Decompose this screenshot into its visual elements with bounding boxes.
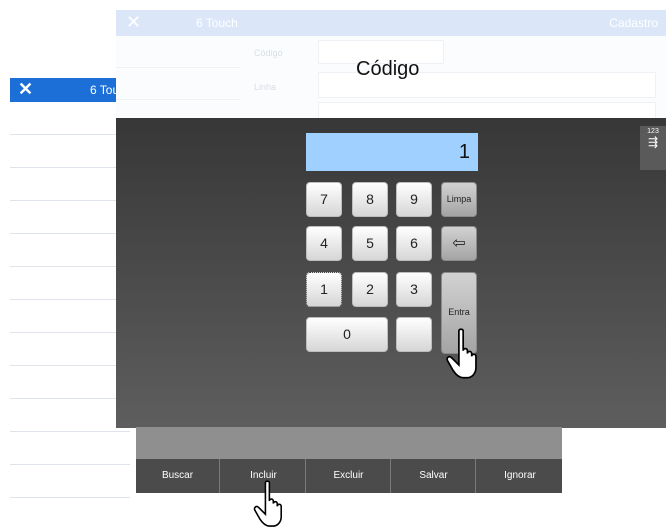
keypad-display: 1 xyxy=(306,133,478,171)
key-9[interactable]: 9 xyxy=(396,182,432,217)
list-item[interactable] xyxy=(10,102,130,135)
toolbar: Buscar Incluir Excluir Salvar Ignorar xyxy=(136,459,562,493)
list-item[interactable] xyxy=(10,267,130,300)
key-1[interactable]: 1 xyxy=(306,272,342,307)
key-2[interactable]: 2 xyxy=(352,272,388,307)
linha-label: Linha xyxy=(254,82,277,92)
key-4[interactable]: 4 xyxy=(306,226,342,261)
excluir-button[interactable]: Excluir xyxy=(307,459,391,493)
list-item[interactable] xyxy=(10,135,130,168)
key-6[interactable]: 6 xyxy=(396,226,432,261)
limpa-button[interactable]: Limpa xyxy=(441,182,477,217)
status-strip xyxy=(136,427,562,459)
cadastro-app-title: 6 Touch xyxy=(196,16,238,30)
list-item[interactable] xyxy=(10,333,130,366)
close-icon[interactable]: ✕ xyxy=(126,12,141,33)
list-item[interactable] xyxy=(10,366,130,399)
back-window-titlebar: ✕ 6 Tou xyxy=(10,78,130,102)
key-blank[interactable] xyxy=(396,317,432,352)
list-item[interactable] xyxy=(10,300,130,333)
key-3[interactable]: 3 xyxy=(396,272,432,307)
numeric-keypad: 1 7 8 9 Limpa 4 5 6 ⇦ 1 2 3 Entra 0 123 … xyxy=(116,118,666,428)
list-item[interactable] xyxy=(116,36,240,68)
backspace-icon[interactable]: ⇦ xyxy=(441,226,477,261)
side-label: 123 xyxy=(647,128,659,135)
codigo-label: Código xyxy=(254,48,283,58)
hand-cursor-icon xyxy=(446,328,477,379)
key-8[interactable]: 8 xyxy=(352,182,388,217)
list-item[interactable] xyxy=(10,201,130,234)
close-icon[interactable]: ✕ xyxy=(18,79,33,100)
keyboard-toggle-button[interactable]: 123 ⇶ xyxy=(640,126,666,170)
display-value: 1 xyxy=(458,141,470,163)
list-item[interactable] xyxy=(116,68,240,100)
list-item[interactable] xyxy=(10,465,130,498)
cadastro-window: ✕ 6 Touch Cadastro Código Linha Código xyxy=(116,10,666,124)
key-7[interactable]: 7 xyxy=(306,182,342,217)
cadastro-window-title: Cadastro xyxy=(609,16,658,30)
back-window-title: 6 Tou xyxy=(90,83,120,97)
salvar-button[interactable]: Salvar xyxy=(392,459,476,493)
buscar-button[interactable]: Buscar xyxy=(136,459,220,493)
hand-cursor-icon xyxy=(253,480,282,527)
list-item[interactable] xyxy=(10,399,130,432)
key-5[interactable]: 5 xyxy=(352,226,388,261)
list-item[interactable] xyxy=(10,168,130,201)
keyboard-icon: ⇶ xyxy=(647,135,659,149)
key-0[interactable]: 0 xyxy=(306,317,388,352)
cadastro-titlebar: ✕ 6 Touch Cadastro xyxy=(116,10,666,36)
ignorar-button[interactable]: Ignorar xyxy=(478,459,562,493)
back-window: ✕ 6 Tou xyxy=(10,78,130,498)
list-item[interactable] xyxy=(10,234,130,267)
keypad-heading: Código xyxy=(356,58,420,80)
list-item[interactable] xyxy=(10,432,130,465)
